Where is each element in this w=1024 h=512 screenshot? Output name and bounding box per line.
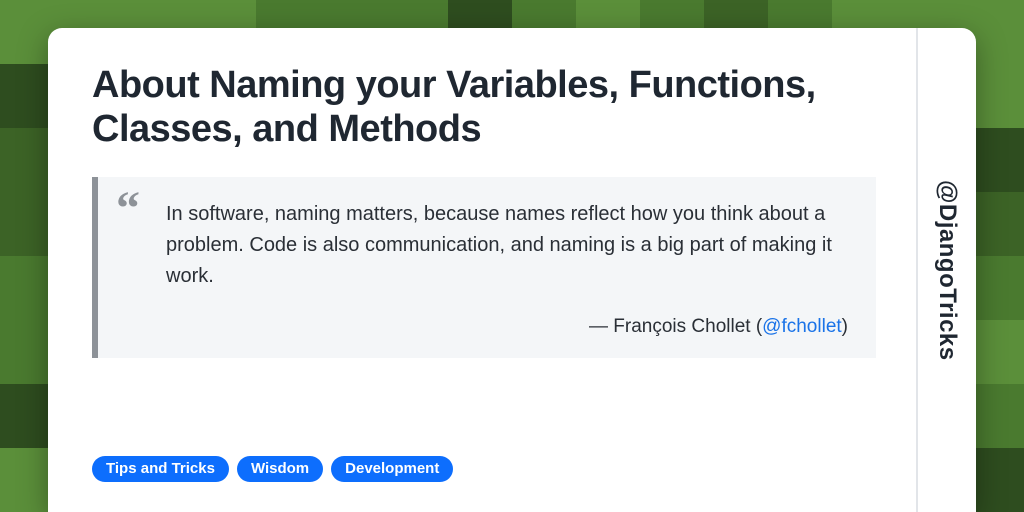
content-card: About Naming your Variables, Functions, …	[48, 28, 976, 512]
account-handle[interactable]: @DjangoTricks	[933, 180, 961, 361]
page-title: About Naming your Variables, Functions, …	[92, 64, 876, 151]
tag-pill[interactable]: Development	[331, 456, 453, 482]
quote-mark-icon: “	[116, 195, 136, 224]
quote-attribution: — François Chollet (@fchollet)	[126, 316, 848, 338]
author-suffix: )	[842, 316, 848, 337]
quote-text: In software, naming matters, because nam…	[166, 199, 848, 292]
sidebar: @DjangoTricks	[916, 28, 976, 512]
tag-pill[interactable]: Wisdom	[237, 456, 323, 482]
main-column: About Naming your Variables, Functions, …	[48, 28, 916, 512]
author-handle-link[interactable]: @fchollet	[762, 316, 842, 337]
author-name: — François Chollet (	[589, 316, 762, 337]
quote-block: “ In software, naming matters, because n…	[92, 177, 876, 358]
tag-row: Tips and Tricks Wisdom Development	[92, 456, 876, 482]
tag-pill[interactable]: Tips and Tricks	[92, 456, 229, 482]
